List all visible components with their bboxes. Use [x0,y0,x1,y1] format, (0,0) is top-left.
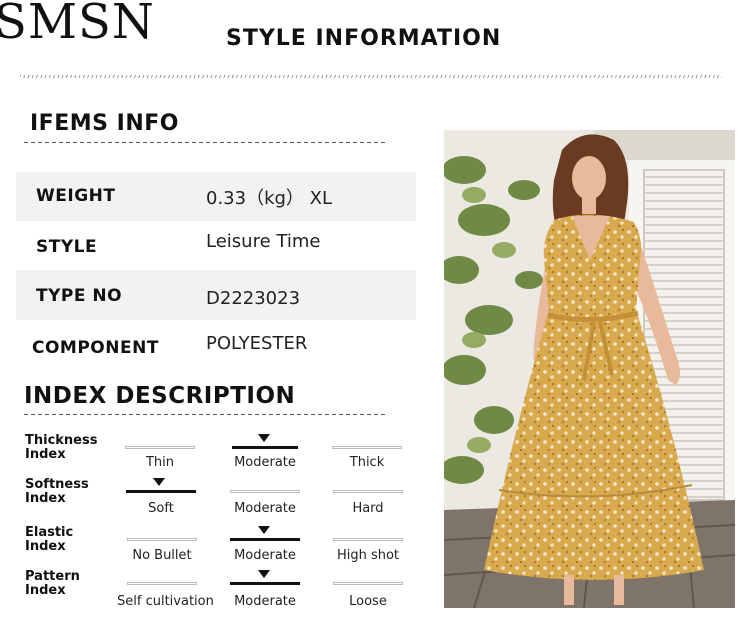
index-option-text: Moderate [234,455,296,470]
index-option-selected: Moderate [220,526,330,566]
index-bar [230,582,300,585]
index-label-line: Index [25,583,66,598]
index-option-text: High shot [336,548,400,563]
brand-logo: SMSN [0,0,155,50]
index-row-softness: Softness Index Soft Moderate Hard [0,478,420,526]
item-value: 0.33（kg） XL [206,188,333,209]
item-value: D2223023 [206,288,301,309]
item-label: WEIGHT [36,186,116,206]
top-divider [20,75,722,78]
page-title: STYLE INFORMATION [226,26,502,51]
index-option-text: Soft [148,501,174,516]
index-option: No Bullet [117,526,227,566]
index-option-text: No Bullet [132,548,192,563]
item-row-component: COMPONENT POLYESTER [16,320,416,369]
index-label: Softness Index [25,478,115,506]
selected-marker-icon [153,478,165,486]
index-option: Moderate [220,478,330,518]
index-label-line: Pattern [25,569,80,584]
index-option: Hard [323,478,433,518]
index-option: Self cultivation [117,570,227,610]
index-section-divider [24,414,386,415]
index-bar [230,538,300,541]
item-value: Leisure Time [206,231,321,252]
index-label-line: Index [25,447,66,462]
item-label: TYPE NO [36,286,123,306]
index-label-line: Softness [25,477,89,492]
selected-marker-icon [258,434,270,442]
index-bar [333,490,403,493]
index-section-title: INDEX DESCRIPTION [24,383,296,409]
index-option-text: Self cultivation [117,594,214,609]
index-bar [230,490,300,493]
selected-marker-icon [258,570,270,578]
index-bar [127,538,197,541]
index-option-text: Hard [352,501,384,516]
index-label-line: Elastic [25,525,74,540]
index-option: High shot [323,526,433,566]
index-row-thickness: Thickness Index Thin Moderate Thick [0,434,420,482]
index-bar [333,538,403,541]
items-section-title: IFEMS INFO [30,111,179,136]
item-label: STYLE [36,237,98,257]
selected-marker-icon [258,526,270,534]
index-bar [126,490,196,493]
index-option-text: Moderate [234,594,296,609]
index-label: Pattern Index [25,570,115,598]
index-label-line: Thickness [25,433,98,448]
index-option-selected: Moderate [220,570,330,610]
index-bar [333,582,403,585]
product-photo [444,130,735,608]
index-row-elastic: Elastic Index No Bullet Moderate High sh… [0,526,420,574]
index-row-pattern: Pattern Index Self cultivation Moderate … [0,570,420,618]
item-row-type-no: TYPE NO D2223023 [16,270,416,320]
items-table: WEIGHT 0.33（kg） XL STYLE Leisure Time TY… [16,172,416,369]
index-option-selected: Soft [116,478,226,518]
index-bar [232,446,298,449]
index-option-text: Moderate [234,501,296,516]
index-label: Thickness Index [25,434,115,462]
index-bar [125,446,195,449]
index-label-line: Index [25,491,66,506]
index-bar [332,446,402,449]
index-option: Thin [115,434,225,474]
index-label: Elastic Index [25,526,115,554]
index-option: Thick [322,434,432,474]
item-label: COMPONENT [32,338,159,358]
item-row-weight: WEIGHT 0.33（kg） XL [16,172,416,221]
index-option-text: Thick [349,455,385,470]
index-label-line: Index [25,539,66,554]
index-option-text: Moderate [234,548,296,563]
index-bar [127,582,197,585]
index-option-text: Loose [349,594,387,609]
index-option: Loose [323,570,433,610]
items-section-divider [24,142,386,143]
index-option-selected: Moderate [220,434,330,474]
model-dress-illustration [444,130,735,608]
index-option-text: Thin [145,455,175,470]
item-value: POLYESTER [206,333,308,354]
item-row-style: STYLE Leisure Time [16,221,416,270]
